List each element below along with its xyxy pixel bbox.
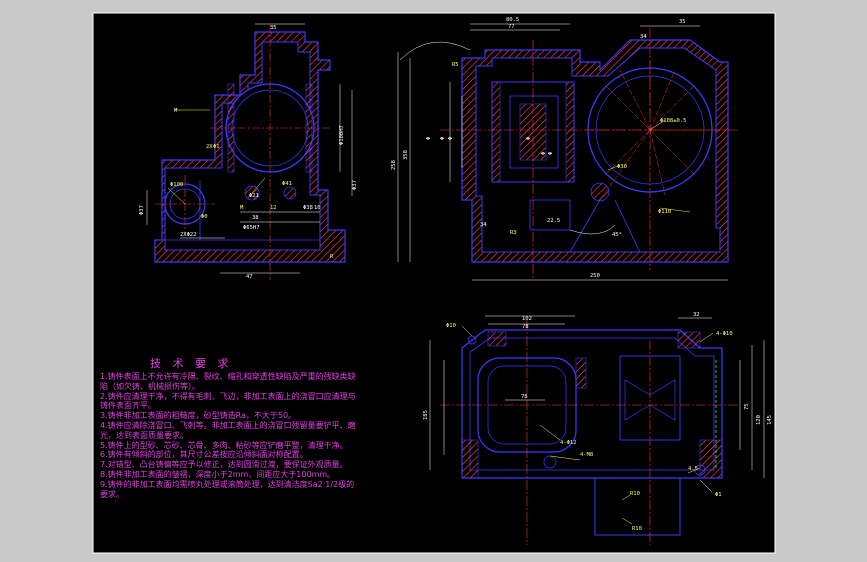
dim-label: 47 [246, 274, 253, 280]
dim-label: 78 [522, 324, 529, 330]
dim-label: 75 [744, 403, 750, 410]
dim-label: Φ37 [139, 205, 145, 215]
requirement-item: 3.铸件非加工表面的粗糙度，砂型铸造Ra，不大于50。 [100, 411, 297, 421]
dim-label: 22.5 [547, 218, 560, 224]
dim-label: 4-M8 [580, 452, 593, 458]
requirement-item: 8.铸件非加工表面的皱褶，深度小于2mm，间距应大于100mm。 [100, 469, 336, 479]
requirement-item: 6.铸件有倾斜的部位，其尺寸公差按应沿倾斜面对称配置。 [100, 450, 308, 460]
dim-label: Φ10 [446, 323, 456, 329]
dim-label: R5 [452, 62, 459, 68]
dim-label: Φ [548, 152, 554, 155]
technical-requirements-title: 技 术 要 求 [150, 357, 233, 370]
dim-label: 358 [403, 150, 409, 160]
dim-label: R10 [630, 491, 640, 497]
dim-label: Φ1 [715, 492, 722, 498]
dim-label: 145 [767, 415, 773, 425]
dim-label: 80.5 [506, 17, 519, 23]
dim-label: Φ100 [170, 182, 183, 188]
dim-label: 120 [756, 415, 762, 425]
dim-label: Φ37 [352, 180, 358, 190]
dim-label: Φ100H7 [339, 125, 345, 145]
dim-label: Φ65H7 [243, 225, 260, 231]
dim-label: R3 [510, 230, 517, 236]
dim-label: 258 [391, 160, 397, 170]
dim-label: 78 [521, 394, 528, 400]
requirement-item: 5.铸件上的型砂、芯砂、芯骨、多肉、粘砂等应铲磨平整，清理干净。 [100, 440, 348, 450]
dim-label: R10 [632, 526, 642, 532]
dim-label: Φ [448, 137, 454, 140]
dim-label: Φ [526, 137, 532, 140]
dim-label: 35 [270, 25, 277, 31]
dim-label: Φ [426, 137, 432, 140]
dim-label: 4.5 [688, 466, 698, 472]
requirement-item: 7.对错型、凸台铸偏等应予以修正，达到圆滑过渡，要保证外观质量。 [100, 460, 348, 470]
dim-label: 2XΦ22 [180, 232, 197, 238]
dim-label: 32 [693, 312, 700, 318]
requirement-item: 1.铸件表面上不允许有冷隔、裂纹、缩孔和穿透性缺陷及严重的残缺类缺陷（如欠铸、机… [100, 372, 356, 391]
dim-label: Φ [541, 152, 547, 155]
dim-label: 185 [423, 410, 429, 420]
dim-label: Φ110 [658, 209, 671, 215]
requirement-item: 9.铸件的非加工表面均需喷丸处理或滚筒处理，达到清洁度Sa2 1/2级的要求。 [100, 479, 355, 499]
dim-label: 102 [522, 316, 532, 322]
dim-label: Φ21 [249, 193, 259, 199]
dim-label: Φ [440, 137, 446, 140]
dim-label: Φ0 [201, 214, 208, 220]
dim-label: 35 [679, 19, 686, 25]
requirement-item: 4.铸件应清除浇冒口、飞刺等。非加工表面上的浇冒口残留量要铲平、磨光，达到表面质… [100, 420, 356, 440]
dim-label: Φ1 [213, 144, 220, 150]
technical-requirements-list: 1.铸件表面上不允许有冷隔、裂纹、缩孔和穿透性缺陷及严重的残缺类缺陷（如欠铸、机… [100, 372, 358, 499]
dim-label: 12 [270, 205, 277, 211]
dim-label: Φ30 [617, 164, 627, 170]
dim-label: 4-Φ12 [560, 440, 577, 446]
dim-label: 10 [314, 205, 321, 211]
dim-label: Φ38 [303, 205, 313, 211]
requirement-item: 2.铸件应清理干净，不得有毛刺、飞边，非加工表面上的浇冒口应清理与铸件表面齐平。 [100, 391, 356, 411]
dim-label: 77 [508, 24, 515, 30]
dim-label: 34 [640, 34, 647, 40]
dim-label: 250 [590, 273, 600, 279]
dim-label: Φ41 [282, 181, 292, 187]
dim-label: 34 [480, 222, 487, 228]
dim-label: 4-Φ10 [716, 331, 733, 337]
dim-label: 45° [612, 232, 622, 238]
dim-label: 38 [252, 215, 259, 221]
dim-label: Φ108±0.5 [660, 118, 687, 124]
